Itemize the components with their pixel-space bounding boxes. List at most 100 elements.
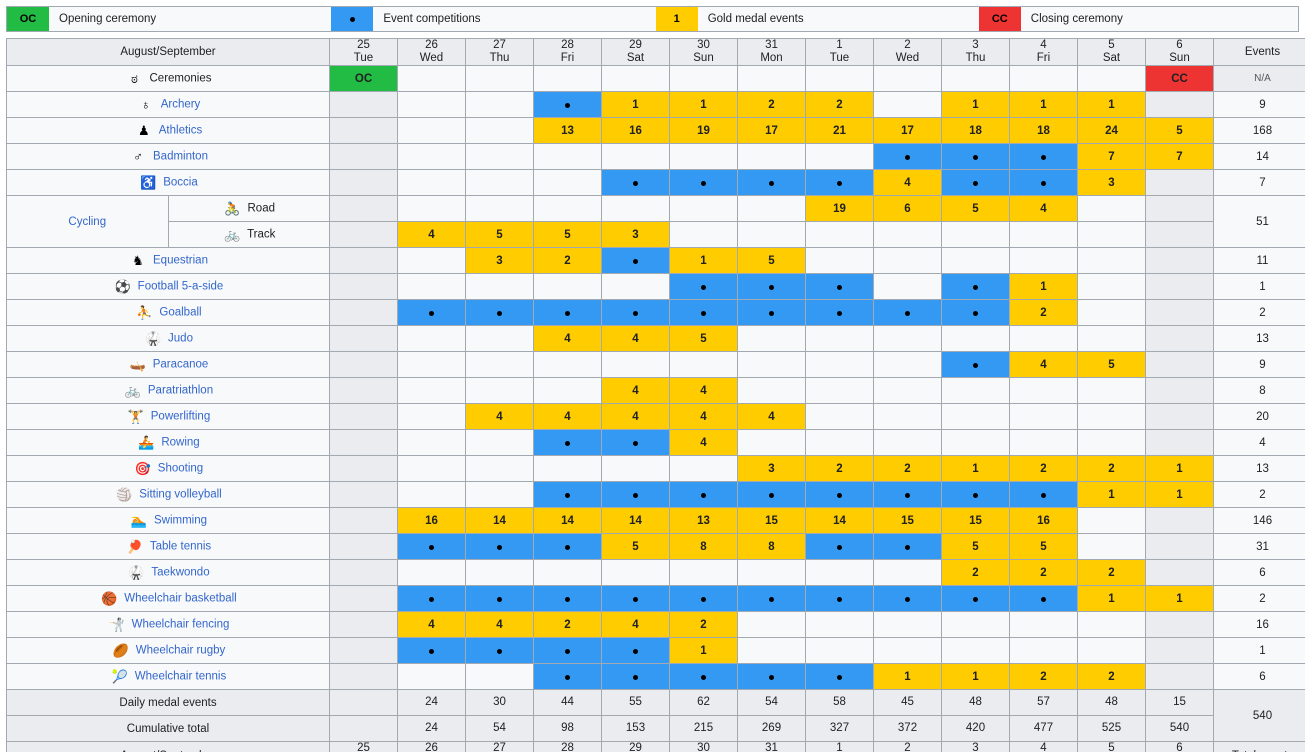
- sport-label-sitting-volleyball[interactable]: 🏐 Sitting volleyball: [6, 481, 330, 509]
- cell-wheelchair-fencing-d1: 4: [397, 611, 466, 639]
- cell-equestrian-d9: [941, 247, 1010, 275]
- cell-taekwondo-d12: [1145, 559, 1214, 587]
- table-row-shooting: 🎯 Shooting 3 2 2 1 2 2 1 13: [6, 455, 1305, 483]
- sport-name-text[interactable]: Wheelchair tennis: [135, 671, 226, 683]
- sport-label-wheelchair-basketball[interactable]: 🏀 Wheelchair basketball: [6, 585, 330, 613]
- cell-shooting-d3: [533, 455, 602, 483]
- day-header-3-thu: 3 Thu: [941, 37, 1010, 67]
- cell-wheelchair-fencing-d4: 4: [601, 611, 670, 639]
- sport-name-text[interactable]: Equestrian: [153, 255, 208, 267]
- sport-label-wheelchair-fencing[interactable]: 🤺 Wheelchair fencing: [6, 611, 330, 639]
- cell-equestrian-d11: [1077, 247, 1146, 275]
- sport-name-text[interactable]: Wheelchair fencing: [132, 619, 230, 631]
- table-row-wheelchair-rugby: 🏉 Wheelchair rugby 1 1: [6, 637, 1305, 665]
- cell-badminton-d1: [397, 143, 466, 171]
- sport-name-text[interactable]: Boccia: [163, 177, 198, 189]
- sport-name-text[interactable]: Wheelchair rugby: [136, 645, 225, 657]
- sport-label-football-5-a-side[interactable]: ⚽ Football 5-a-side: [6, 273, 330, 301]
- cell-powerlifting-d2: 4: [465, 403, 534, 431]
- sport-name-text[interactable]: Football 5-a-side: [138, 281, 224, 293]
- sport-label-powerlifting[interactable]: 🏋 Powerlifting: [6, 403, 330, 431]
- cell-swimming-d4: 14: [601, 507, 670, 535]
- cell-wheelchair-tennis-d5: [669, 663, 738, 691]
- sport-name-text[interactable]: Rowing: [161, 437, 199, 449]
- sport-label-archery[interactable]: ♁ Archery: [6, 91, 330, 119]
- competition-dot-icon: [701, 596, 706, 602]
- sport-name-text[interactable]: Taekwondo: [151, 567, 209, 579]
- cell-paracanoe-d10: 4: [1009, 351, 1078, 379]
- cell-archery-d10: 1: [1009, 91, 1078, 119]
- sport-label-cycling[interactable]: Cycling: [6, 195, 169, 249]
- cell-football-5-a-side-d4: [601, 273, 670, 301]
- sport-name-text[interactable]: Paracanoe: [153, 359, 209, 371]
- table-row-table-tennis: 🏓 Table tennis 5 8 8 5 5 31: [6, 533, 1305, 561]
- cell-football-5-a-side-d3: [533, 273, 602, 301]
- sport-name-text[interactable]: Goalball: [159, 307, 201, 319]
- footer-day-row: August/September25Tue26Wed27Thu28Fri29Sa…: [6, 741, 1305, 752]
- sport-sublabel-road: 🚴 Road: [167, 195, 330, 223]
- competition-dot-icon: [429, 596, 434, 602]
- competition-dot-icon: [905, 596, 910, 602]
- cell-paratriathlon-d10: [1009, 377, 1078, 405]
- sport-label-rowing[interactable]: 🚣 Rowing: [6, 429, 330, 457]
- sport-label-ceremonies[interactable]: ಠ Ceremonies: [6, 65, 330, 93]
- sport-name-text[interactable]: Archery: [161, 99, 201, 111]
- sport-label-judo[interactable]: 🥋 Judo: [6, 325, 330, 353]
- sport-label-swimming[interactable]: 🏊 Swimming: [6, 507, 330, 535]
- sport-name-text[interactable]: Powerlifting: [151, 411, 210, 423]
- competition-dot-icon: [701, 180, 706, 186]
- cell-table-tennis-d7: [805, 533, 874, 561]
- cell-badminton-d8: [873, 143, 942, 171]
- competition-dot-icon: [565, 440, 570, 446]
- sport-name-text[interactable]: Athletics: [159, 125, 202, 137]
- cumulative-total-d0: [329, 715, 398, 743]
- sport-label-wheelchair-tennis[interactable]: 🎾 Wheelchair tennis: [6, 663, 330, 691]
- sport-name-text[interactable]: Swimming: [154, 515, 207, 527]
- footer-day-27-thu: 27Thu: [465, 741, 534, 752]
- sport-name-text[interactable]: Wheelchair basketball: [124, 593, 237, 605]
- cell-judo-d0: [329, 325, 398, 353]
- sport-label-equestrian[interactable]: ♞ Equestrian: [6, 247, 330, 275]
- cell-taekwondo-d1: [397, 559, 466, 587]
- sport-name-text[interactable]: Shooting: [158, 463, 203, 475]
- wheelchair-rugby-icon: 🏉: [112, 643, 129, 659]
- sport-label-boccia[interactable]: ♿ Boccia: [6, 169, 330, 197]
- cell-swimming-d1: 16: [397, 507, 466, 535]
- sport-label-shooting[interactable]: 🎯 Shooting: [6, 455, 330, 483]
- cell-paracanoe-d3: [533, 351, 602, 379]
- cell-shooting-d6: 3: [737, 455, 806, 483]
- cell-badminton-d6: [737, 143, 806, 171]
- footer-day-5-sat: 5Sat: [1077, 741, 1146, 752]
- day-header-31-mon: 31 Mon: [737, 37, 806, 67]
- sport-label-wheelchair-rugby[interactable]: 🏉 Wheelchair rugby: [6, 637, 330, 665]
- sport-name-text[interactable]: Paratriathlon: [148, 385, 213, 397]
- cell-cycling-road-d5: [669, 195, 738, 223]
- sport-label-paratriathlon[interactable]: 🚲 Paratriathlon: [6, 377, 330, 405]
- sport-label-taekwondo[interactable]: 🥋 Taekwondo: [6, 559, 330, 587]
- day-header-27-thu: 27 Thu: [465, 37, 534, 67]
- cell-wheelchair-rugby-d4: [601, 637, 670, 665]
- cell-rowing-d9: [941, 429, 1010, 457]
- cell-athletics-d3: 13: [533, 117, 602, 145]
- sport-name-text[interactable]: Badminton: [153, 151, 208, 163]
- cell-shooting-d10: 2: [1009, 455, 1078, 483]
- sport-label-table-tennis[interactable]: 🏓 Table tennis: [6, 533, 330, 561]
- cell-wheelchair-basketball-d9: [941, 585, 1010, 613]
- sport-label-badminton[interactable]: ♂ Badminton: [6, 143, 330, 171]
- sport-label-athletics[interactable]: ♟ Athletics: [6, 117, 330, 145]
- goalball-icon: ⛹: [136, 305, 153, 321]
- cell-wheelchair-rugby-d3: [533, 637, 602, 665]
- legend-swatch-gold: 1: [655, 7, 698, 31]
- sport-label-paracanoe[interactable]: 🛶 Paracanoe: [6, 351, 330, 379]
- cell-paratriathlon-d9: [941, 377, 1010, 405]
- sport-name-text[interactable]: Judo: [168, 333, 193, 345]
- cell-equestrian-d5: 1: [669, 247, 738, 275]
- cell-athletics-d2: [465, 117, 534, 145]
- competition-dot-icon: [497, 310, 502, 316]
- sport-name-text[interactable]: Sitting volleyball: [139, 489, 221, 501]
- sport-name-text[interactable]: Table tennis: [150, 541, 211, 553]
- sport-label-goalball[interactable]: ⛹ Goalball: [6, 299, 330, 327]
- total-sitting-volleyball: 2: [1213, 481, 1305, 509]
- paracanoe-icon: 🛶: [129, 357, 146, 373]
- cell-paracanoe-d6: [737, 351, 806, 379]
